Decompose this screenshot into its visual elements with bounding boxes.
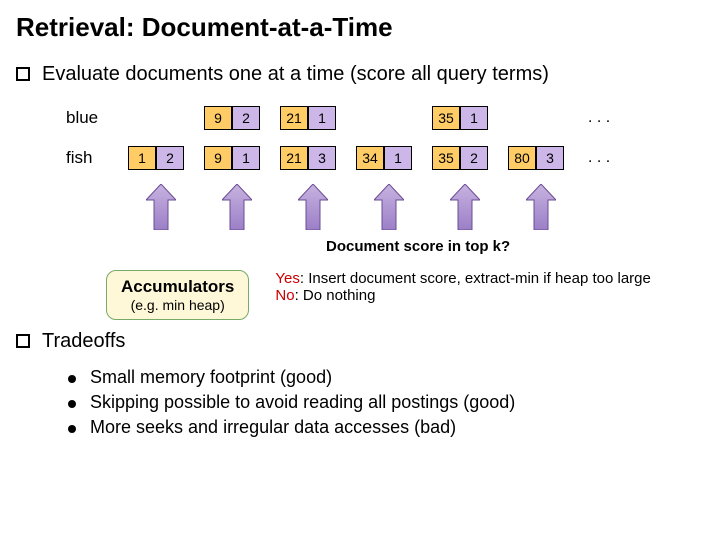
no-label: No bbox=[275, 287, 294, 304]
dot-bullet-icon bbox=[68, 375, 76, 383]
tradeoffs-list: Small memory footprint (good) Skipping p… bbox=[68, 367, 704, 438]
ellipsis-fish: . . . bbox=[588, 149, 610, 167]
bullet-tradeoffs-text: Tradeoffs bbox=[42, 330, 125, 353]
arrow-up-icon bbox=[374, 184, 404, 230]
fish-doc-2: 21 bbox=[280, 146, 308, 170]
bullet-tradeoffs: Tradeoffs bbox=[16, 330, 704, 353]
row-blue: blue 92 211 351 . . . bbox=[66, 106, 610, 130]
score-no: No: Do nothing bbox=[275, 287, 650, 304]
accumulators-box: Accumulators (e.g. min heap) bbox=[106, 270, 249, 320]
arrow-up-icon bbox=[222, 184, 252, 230]
fish-doc-3: 34 bbox=[356, 146, 384, 170]
fish-doc-4: 35 bbox=[432, 146, 460, 170]
list-item: Small memory footprint (good) bbox=[68, 367, 704, 388]
fish-tf-5: 3 bbox=[536, 146, 564, 170]
tradeoff-0: Small memory footprint (good) bbox=[90, 367, 332, 388]
blue-doc-2: 35 bbox=[432, 106, 460, 130]
dot-bullet-icon bbox=[68, 425, 76, 433]
bullet-evaluate: Evaluate documents one at a time (score … bbox=[16, 63, 704, 86]
fish-tf-0: 2 bbox=[156, 146, 184, 170]
accumulators-label: Accumulators bbox=[121, 277, 234, 297]
arrow-up-icon bbox=[146, 184, 176, 230]
bullet-evaluate-text: Evaluate documents one at a time (score … bbox=[42, 63, 549, 86]
fish-doc-5: 80 bbox=[508, 146, 536, 170]
tradeoff-2: More seeks and irregular data accesses (… bbox=[90, 417, 456, 438]
page-title: Retrieval: Document-at-a-Time bbox=[16, 12, 704, 43]
blue-tf-0: 2 bbox=[232, 106, 260, 130]
arrow-up-icon bbox=[298, 184, 328, 230]
blue-tf-2: 1 bbox=[460, 106, 488, 130]
term-label-fish: fish bbox=[66, 148, 128, 168]
fish-tf-2: 3 bbox=[308, 146, 336, 170]
yes-text: : Insert document score, extract-min if … bbox=[300, 270, 651, 287]
accumulators-sub: (e.g. min heap) bbox=[121, 297, 234, 313]
arrow-up-icon bbox=[526, 184, 556, 230]
blue-doc-0: 9 bbox=[204, 106, 232, 130]
blue-doc-1: 21 bbox=[280, 106, 308, 130]
square-bullet-icon bbox=[16, 334, 30, 348]
fish-tf-4: 2 bbox=[460, 146, 488, 170]
fish-tf-3: 1 bbox=[384, 146, 412, 170]
list-item: More seeks and irregular data accesses (… bbox=[68, 417, 704, 438]
term-label-blue: blue bbox=[66, 108, 128, 128]
list-item: Skipping possible to avoid reading all p… bbox=[68, 392, 704, 413]
ellipsis-blue: . . . bbox=[588, 109, 610, 127]
score-question: Document score in top k? bbox=[326, 238, 510, 255]
arrow-up-icon bbox=[450, 184, 480, 230]
no-text: : Do nothing bbox=[295, 287, 376, 304]
square-bullet-icon bbox=[16, 67, 30, 81]
postings-diagram: blue 92 211 351 . . . fish 12 91 213 341… bbox=[66, 100, 704, 260]
yes-label: Yes bbox=[275, 270, 299, 287]
score-yes: Yes: Insert document score, extract-min … bbox=[275, 270, 650, 287]
fish-doc-1: 9 bbox=[204, 146, 232, 170]
blue-tf-1: 1 bbox=[308, 106, 336, 130]
row-fish: fish 12 91 213 341 352 803 . . . bbox=[66, 146, 610, 170]
tradeoff-1: Skipping possible to avoid reading all p… bbox=[90, 392, 515, 413]
fish-tf-1: 1 bbox=[232, 146, 260, 170]
fish-doc-0: 1 bbox=[128, 146, 156, 170]
dot-bullet-icon bbox=[68, 400, 76, 408]
